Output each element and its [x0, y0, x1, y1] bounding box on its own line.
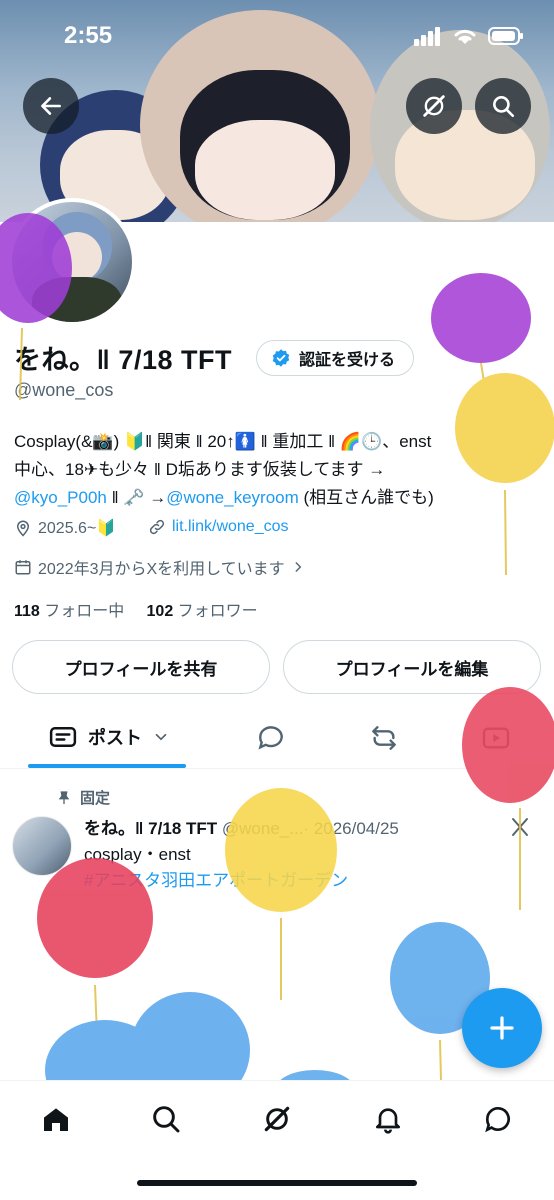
message-bubble-icon — [485, 1107, 510, 1133]
profile-handle: @wone_cos — [14, 380, 114, 400]
bio-line-1: Cosplay(&📸) 🔰‖ 関東 ‖ 20↑🚺 ‖ 重加工 ‖ 🌈🕒、enst — [14, 432, 432, 451]
tab-reposts[interactable] — [368, 722, 400, 759]
following-label: フォロー中 — [44, 603, 125, 620]
cellular-signal-icon — [414, 27, 440, 46]
nav-explore[interactable] — [148, 1101, 184, 1137]
search-icon — [153, 1106, 180, 1133]
link-icon — [149, 519, 165, 535]
home-indicator — [137, 1180, 417, 1186]
search-button[interactable] — [475, 78, 531, 134]
nav-notifications[interactable] — [370, 1101, 406, 1137]
verified-badge-icon — [272, 349, 290, 367]
following-count: 118 — [14, 603, 40, 620]
location-pin-icon — [16, 520, 30, 537]
share-profile-button[interactable]: プロフィールを共有 — [12, 640, 270, 694]
status-bar: 2:55 — [0, 0, 554, 72]
nav-home[interactable] — [38, 1101, 74, 1137]
profile-joined[interactable]: 2022年3月からXを利用しています — [14, 555, 305, 579]
profile-location: 2025.6~🔰 — [14, 518, 116, 538]
tab-media[interactable] — [480, 722, 512, 759]
tweet-author-name[interactable]: をね。‖ 7/18 TFT — [84, 819, 217, 838]
tweet-hashtag-link[interactable]: #アニスタ羽田エアポートガーデン — [84, 866, 348, 891]
chevron-right-icon — [295, 562, 302, 572]
grok-icon — [512, 818, 528, 836]
location-text: 2025.6~🔰 — [38, 520, 117, 537]
search-icon — [493, 96, 515, 118]
bio-mention-link-2[interactable]: @wone_keyroom — [166, 488, 299, 507]
status-time: 2:55 — [64, 22, 113, 49]
reply-bubble-icon — [258, 726, 283, 750]
tweet-grok-button[interactable] — [508, 815, 532, 844]
tweet-author-avatar[interactable] — [12, 816, 72, 876]
following-link[interactable]: 118 フォロー中 — [14, 603, 124, 620]
tweet-date: · 2026/04/25 — [303, 819, 399, 838]
get-verified-button[interactable]: 認証を受ける — [256, 340, 415, 376]
purple-balloon — [431, 273, 531, 363]
arrow-left-icon — [41, 97, 61, 115]
profile-tabs: ポスト — [0, 710, 554, 769]
repost-icon — [372, 726, 396, 750]
calendar-icon — [15, 560, 31, 575]
get-verified-label: 認証を受ける — [299, 352, 396, 369]
grok-button[interactable] — [406, 78, 462, 134]
follow-stats: 118 フォロー中 102 フォロワー — [14, 597, 258, 621]
tab-posts-label: ポスト — [88, 728, 142, 748]
pinned-label: 固定 — [80, 790, 111, 807]
joined-text: 2022年3月からXを利用しています — [38, 561, 285, 578]
plus-icon — [490, 1016, 514, 1040]
followers-count: 102 — [146, 603, 174, 620]
bio-text-mid: ‖ 🗝️ → — [106, 488, 167, 507]
website-link[interactable]: lit.link/wone_cos — [172, 518, 289, 536]
tab-replies[interactable] — [255, 722, 287, 759]
bio-mention-link[interactable]: @kyo_P00h — [14, 488, 107, 507]
home-icon — [44, 1108, 68, 1131]
wifi-icon — [454, 29, 476, 44]
followers-label: フォロワー — [177, 603, 258, 620]
grok-icon — [264, 1106, 290, 1132]
bio-text-tail: (相互さん誰でも) — [298, 488, 434, 507]
profile-avatar[interactable] — [8, 198, 136, 326]
tweet-author-handle: @wone_... — [221, 819, 304, 838]
posts-tab-icon — [49, 727, 77, 747]
profile-bio: Cosplay(&📸) 🔰‖ 関東 ‖ 20↑🚺 ‖ 重加工 ‖ 🌈🕒、enst… — [14, 428, 544, 512]
followers-link[interactable]: 102 フォロワー — [147, 603, 258, 620]
tweet-header: をね。‖ 7/18 TFT @wone_...· 2026/04/25 — [84, 814, 399, 839]
nav-grok[interactable] — [259, 1101, 295, 1137]
battery-icon — [488, 27, 523, 45]
back-button[interactable] — [23, 78, 79, 134]
tab-posts[interactable]: ポスト — [48, 722, 170, 752]
bio-line-2: 中心、18✈︎も少々 ‖ D垢あります仮装してます → — [14, 460, 386, 479]
compose-post-button[interactable] — [462, 988, 542, 1068]
media-play-icon — [482, 727, 510, 749]
tweet-text: cosplay・enst — [84, 845, 191, 864]
grok-icon — [423, 95, 445, 117]
profile-name: をね。‖ 7/18 TFT — [14, 345, 232, 375]
bio-line-3: @kyo_P00h ‖ 🗝️ →@wone_keyroom (相互さん誰でも) — [14, 484, 544, 512]
active-tab-indicator — [28, 764, 186, 768]
nav-messages[interactable] — [480, 1101, 516, 1137]
edit-profile-button[interactable]: プロフィールを編集 — [283, 640, 541, 694]
pinned-indicator: 固定 — [56, 787, 110, 808]
bell-icon — [376, 1108, 400, 1134]
yellow-balloon — [225, 788, 337, 912]
profile-website[interactable]: lit.link/wone_cos — [148, 518, 289, 536]
chevron-down-icon — [155, 733, 167, 741]
pin-icon — [58, 790, 70, 804]
